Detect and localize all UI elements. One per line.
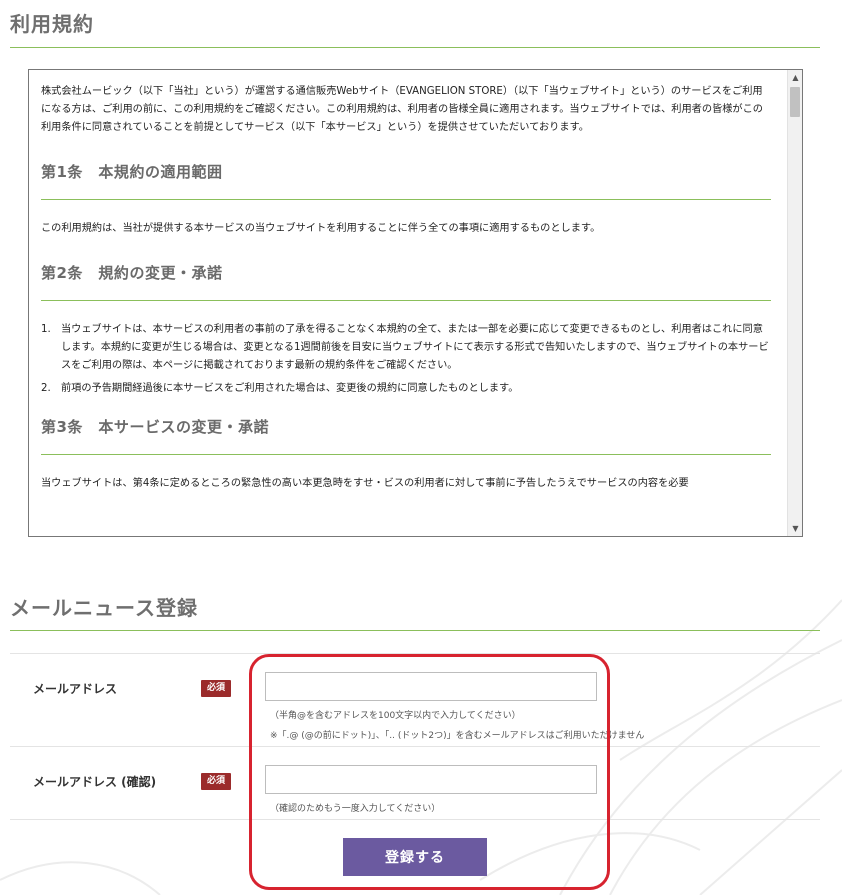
required-badge: 必須: [201, 773, 231, 790]
article-3-title: 第3条 本サービスの変更・承諾: [41, 418, 269, 436]
divider: [41, 199, 771, 200]
scrollbar[interactable]: ▲ ▼: [787, 70, 802, 536]
article-1-title: 第1条 本規約の適用範囲: [41, 163, 223, 181]
email-confirm-hint: （確認のためもう一度入力してください）: [270, 804, 441, 814]
terms-scroll-box[interactable]: 株式会社ムービック（以下「当社」という）が運営する通信販売Webサイト（EVAN…: [28, 69, 803, 537]
divider: [10, 630, 820, 631]
article-2-title: 第2条 規約の変更・承諾: [41, 264, 223, 282]
email-confirm-field[interactable]: [265, 765, 597, 794]
article-3-text: 当ウェブサイトは、第4条に定めるところの緊急性の高い本更急時をすせ・ビスの利用者…: [41, 478, 689, 489]
list-item: 2. 前項の予告期間経過後に本サービスをご利用された場合は、変更後の規約に同意し…: [41, 380, 771, 398]
terms-content: 株式会社ムービック（以下「当社」という）が運営する通信販売Webサイト（EVAN…: [41, 80, 771, 493]
email-hint: （半角@を含むアドレスを100文字以内で入力してください）: [270, 711, 521, 721]
list-text: 当ウェブサイトは、本サービスの利用者の事前の了承を得ることなく本規約の全て、また…: [61, 324, 769, 371]
terms-intro: 株式会社ムービック（以下「当社」という）が運営する通信販売Webサイト（EVAN…: [41, 86, 763, 133]
divider: [41, 454, 771, 455]
email-confirm-label: メールアドレス (確認): [33, 775, 157, 789]
scroll-down-arrow-icon[interactable]: ▼: [788, 521, 802, 536]
mail-news-heading: メールニュース登録: [10, 596, 198, 620]
article-1-text: この利用規約は、当社が提供する本サービスの当ウェブサイトを利用することに伴う全て…: [41, 223, 601, 234]
article-2-list: 1. 当ウェブサイトは、本サービスの利用者の事前の了承を得ることなく本規約の全て…: [41, 321, 771, 398]
register-button[interactable]: 登録する: [343, 838, 487, 876]
list-text: 前項の予告期間経過後に本サービスをご利用された場合は、変更後の規約に同意したもの…: [61, 383, 519, 394]
email-note: ※「.@ (@の前にドット)」、「.. (ドット2つ)」を含むメールアドレスはご…: [270, 731, 645, 741]
scroll-up-arrow-icon[interactable]: ▲: [788, 70, 802, 85]
terms-heading: 利用規約: [10, 12, 94, 36]
divider: [10, 47, 820, 48]
email-field[interactable]: [265, 672, 597, 701]
required-badge: 必須: [201, 680, 231, 697]
scroll-thumb[interactable]: [790, 87, 800, 117]
email-row: メールアドレス 必須 （半角@を含むアドレスを100文字以内で入力してください）…: [10, 653, 820, 746]
divider: [41, 300, 771, 301]
list-number: 2.: [41, 383, 51, 394]
email-label: メールアドレス: [33, 682, 118, 696]
list-number: 1.: [41, 324, 51, 335]
list-item: 1. 当ウェブサイトは、本サービスの利用者の事前の了承を得ることなく本規約の全て…: [41, 321, 771, 375]
email-confirm-row: メールアドレス (確認) 必須 （確認のためもう一度入力してください）: [10, 746, 820, 820]
